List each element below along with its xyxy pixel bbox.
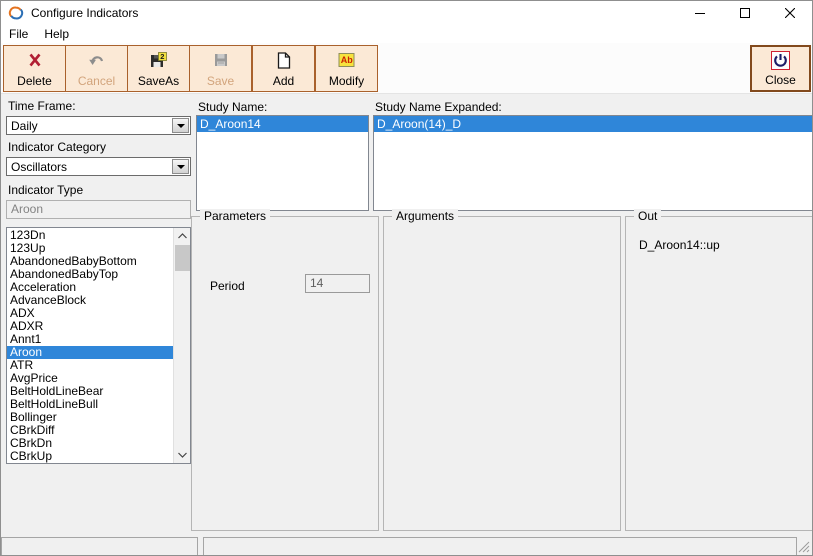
list-item[interactable]: Annt1 [7, 333, 173, 346]
study-name-list[interactable]: D_Aroon14 [196, 115, 369, 211]
app-logo-icon [8, 5, 24, 21]
window-title: Configure Indicators [31, 6, 138, 20]
parameters-group: Parameters Period 14 [191, 216, 379, 531]
list-item[interactable]: CBrkDn [7, 437, 173, 450]
list-item[interactable]: 123Up [7, 242, 173, 255]
toolbar-button-label: Cancel [78, 74, 115, 88]
indicator-type-field[interactable]: Aroon [6, 200, 191, 219]
study-name-expanded-list[interactable]: D_Aroon(14)_D [373, 115, 813, 211]
toolbar-button-label: Add [273, 74, 294, 88]
indicator-type-label: Indicator Type [8, 183, 83, 197]
list-item[interactable]: Bollinger [7, 411, 173, 424]
time-frame-value: Daily [11, 118, 38, 134]
parameters-group-title: Parameters [200, 209, 270, 223]
configure-indicators-window: Configure Indicators File Help Delete Ca… [0, 0, 813, 556]
undo-icon [88, 51, 106, 69]
list-item[interactable]: D_Aroon14::up [639, 237, 808, 253]
toolbar-button-label: SaveAs [138, 74, 179, 88]
toolbar-button-label: Modify [329, 74, 364, 88]
modify-ab-icon: Ab [338, 51, 355, 69]
title-bar: Configure Indicators [1, 1, 812, 24]
list-item[interactable]: AbandonedBabyBottom [7, 255, 173, 268]
scrollbar[interactable] [173, 228, 190, 463]
close-x-icon [785, 8, 795, 18]
power-icon [771, 51, 790, 69]
list-item[interactable]: AbandonedBabyTop [7, 268, 173, 281]
minimize-icon [695, 8, 705, 18]
svg-text:2: 2 [160, 52, 164, 61]
maximize-button[interactable] [722, 1, 767, 24]
new-document-icon [277, 51, 291, 69]
arguments-group: Arguments [383, 216, 621, 531]
scroll-down-button[interactable] [174, 447, 191, 463]
scrollbar-thumb[interactable] [175, 245, 190, 271]
list-item[interactable]: 123Dn [7, 229, 173, 242]
list-item[interactable]: CBrkUp [7, 450, 173, 463]
indicator-category-label: Indicator Category [8, 140, 106, 154]
list-item[interactable]: CBrkDiff [7, 424, 173, 437]
out-group: Out D_Aroon14::up [625, 216, 813, 531]
list-item[interactable]: ADXR [7, 320, 173, 333]
time-frame-select[interactable]: Daily [6, 116, 191, 135]
save-as-icon: 2 [150, 51, 167, 69]
save-icon [213, 51, 229, 69]
toolbar: Delete Cancel 2 SaveAs [1, 43, 812, 94]
minimize-button[interactable] [677, 1, 722, 24]
modify-button[interactable]: Ab Modify [315, 45, 378, 92]
arguments-group-title: Arguments [392, 209, 458, 223]
list-item[interactable]: AdvanceBlock [7, 294, 173, 307]
svg-text:Ab: Ab [341, 55, 353, 65]
maximize-icon [740, 8, 750, 18]
status-panel-left [1, 537, 198, 556]
save-as-button[interactable]: 2 SaveAs [127, 45, 190, 92]
list-item[interactable]: D_Aroon(14)_D [374, 116, 812, 132]
study-name-expanded-label: Study Name Expanded: [375, 100, 502, 114]
save-button[interactable]: Save [189, 45, 252, 92]
chevron-down-icon [178, 452, 187, 458]
list-item[interactable]: ATR [7, 359, 173, 372]
study-name-label: Study Name: [198, 100, 267, 114]
menu-help[interactable]: Help [36, 25, 77, 43]
time-frame-label: Time Frame: [8, 99, 76, 113]
list-item[interactable]: BeltHoldLineBear [7, 385, 173, 398]
close-button[interactable]: Close [750, 45, 811, 92]
add-button[interactable]: Add [252, 45, 315, 92]
period-field[interactable]: 14 [305, 274, 370, 293]
indicator-category-select[interactable]: Oscillators [6, 157, 191, 176]
indicator-listbox[interactable]: 123Dn123UpAbandonedBabyBottomAbandonedBa… [6, 227, 191, 464]
list-item[interactable]: Acceleration [7, 281, 173, 294]
scroll-up-button[interactable] [174, 228, 191, 244]
list-item[interactable]: BeltHoldLineBull [7, 398, 173, 411]
list-item[interactable]: Aroon [7, 346, 173, 359]
toolbar-button-label: Close [765, 73, 796, 87]
out-group-title: Out [634, 209, 661, 223]
list-item[interactable]: D_Aroon14 [197, 116, 368, 132]
cancel-button[interactable]: Cancel [65, 45, 128, 92]
toolbar-button-label: Save [207, 74, 234, 88]
chevron-down-icon[interactable] [172, 159, 189, 174]
delete-button[interactable]: Delete [3, 45, 66, 92]
out-list: D_Aroon14::up [639, 237, 808, 253]
list-item[interactable]: ADX [7, 307, 173, 320]
period-label: Period [210, 279, 245, 293]
resize-grip-icon[interactable] [797, 540, 811, 554]
menu-file[interactable]: File [1, 25, 36, 43]
toolbar-button-label: Delete [17, 74, 52, 88]
menu-bar: File Help [1, 24, 812, 43]
status-panel-right [203, 537, 797, 556]
indicator-list-items: 123Dn123UpAbandonedBabyBottomAbandonedBa… [7, 228, 173, 463]
delete-x-icon [26, 51, 44, 69]
window-close-button[interactable] [767, 1, 812, 24]
list-item[interactable]: AvgPrice [7, 372, 173, 385]
indicator-category-value: Oscillators [11, 159, 67, 175]
chevron-up-icon [178, 233, 187, 239]
chevron-down-icon[interactable] [172, 118, 189, 133]
